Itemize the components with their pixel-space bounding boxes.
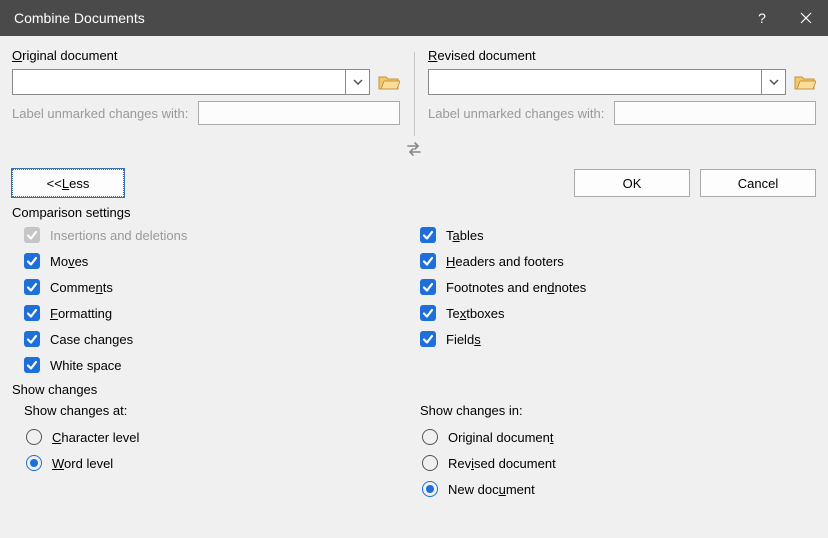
- revised-unmarked-input[interactable]: [614, 101, 816, 125]
- checkbox-formatting[interactable]: Formatting: [24, 304, 420, 322]
- radio-at-word-level[interactable]: Word level: [24, 454, 420, 472]
- swap-icon: [405, 140, 423, 158]
- checkbox-label: Moves: [50, 254, 88, 269]
- checkbox-footnotes-and-endnotes[interactable]: Footnotes and endnotes: [420, 278, 816, 296]
- checkbox-box: [420, 253, 436, 269]
- radio-label: Original document: [448, 430, 554, 445]
- original-browse-button[interactable]: [378, 73, 400, 91]
- less-button[interactable]: << Less: [12, 169, 124, 197]
- revised-document-input[interactable]: [429, 70, 759, 94]
- checkbox-comments[interactable]: Comments: [24, 278, 420, 296]
- checkbox-white-space[interactable]: White space: [24, 356, 420, 374]
- checkbox-headers-and-footers[interactable]: Headers and footers: [420, 252, 816, 270]
- checkbox-box: [24, 331, 40, 347]
- original-document-dropdown-button[interactable]: [345, 70, 369, 94]
- radio-label: Revised document: [448, 456, 556, 471]
- checkbox-insertions-and-deletions: Insertions and deletions: [24, 226, 420, 244]
- radio-in-original-document[interactable]: Original document: [420, 428, 816, 446]
- show-changes-title: Show changes: [12, 382, 816, 397]
- radio-circle: [422, 455, 438, 471]
- checkbox-box: [24, 357, 40, 373]
- original-document-input[interactable]: [13, 70, 343, 94]
- radio-in-new-document[interactable]: New document: [420, 480, 816, 498]
- checkbox-moves[interactable]: Moves: [24, 252, 420, 270]
- cancel-button[interactable]: Cancel: [700, 169, 816, 197]
- comparison-settings-title: Comparison settings: [12, 205, 816, 220]
- checkbox-case-changes[interactable]: Case changes: [24, 330, 420, 348]
- folder-icon: [794, 73, 816, 91]
- radio-label: Word level: [52, 456, 113, 471]
- checkbox-label: Fields: [446, 332, 481, 347]
- checkbox-label: Tables: [446, 228, 484, 243]
- radio-label: New document: [448, 482, 535, 497]
- checkbox-box: [420, 305, 436, 321]
- checkbox-box: [24, 227, 40, 243]
- checkbox-box: [24, 253, 40, 269]
- revised-browse-button[interactable]: [794, 73, 816, 91]
- radio-circle: [422, 481, 438, 497]
- show-changes-in-label: Show changes in:: [420, 403, 816, 418]
- window-title: Combine Documents: [14, 10, 740, 26]
- ok-button[interactable]: OK: [574, 169, 690, 197]
- revised-document-dropdown-button[interactable]: [761, 70, 785, 94]
- checkbox-label: Case changes: [50, 332, 133, 347]
- revised-document-combo[interactable]: [428, 69, 786, 95]
- original-unmarked-label: Label unmarked changes with:: [12, 106, 188, 121]
- checkbox-label: Textboxes: [446, 306, 505, 321]
- checkbox-textboxes[interactable]: Textboxes: [420, 304, 816, 322]
- chevron-down-icon: [769, 79, 779, 85]
- checkbox-box: [420, 279, 436, 295]
- radio-circle: [26, 429, 42, 445]
- checkbox-label: Headers and footers: [446, 254, 564, 269]
- close-button[interactable]: [784, 0, 828, 36]
- checkbox-box: [24, 305, 40, 321]
- original-document-combo[interactable]: [12, 69, 370, 95]
- checkbox-label: Formatting: [50, 306, 112, 321]
- radio-circle: [26, 455, 42, 471]
- checkbox-label: Footnotes and endnotes: [446, 280, 586, 295]
- revised-unmarked-label: Label unmarked changes with:: [428, 106, 604, 121]
- radio-circle: [422, 429, 438, 445]
- original-document-label: Original document: [12, 48, 400, 63]
- revised-document-label: Revised document: [428, 48, 816, 63]
- original-document-section: Original document Label unmarked c: [12, 48, 414, 125]
- swap-button[interactable]: [405, 140, 423, 161]
- revised-document-section: Revised document Label unmarked ch: [414, 48, 816, 125]
- checkbox-tables[interactable]: Tables: [420, 226, 816, 244]
- radio-at-character-level[interactable]: Character level: [24, 428, 420, 446]
- checkbox-box: [420, 331, 436, 347]
- radio-label: Character level: [52, 430, 139, 445]
- vertical-separator: [414, 52, 415, 136]
- help-button[interactable]: ?: [740, 0, 784, 36]
- checkbox-box: [24, 279, 40, 295]
- checkbox-box: [420, 227, 436, 243]
- folder-icon: [378, 73, 400, 91]
- chevron-down-icon: [353, 79, 363, 85]
- titlebar: Combine Documents ?: [0, 0, 828, 36]
- original-unmarked-input[interactable]: [198, 101, 400, 125]
- radio-in-revised-document[interactable]: Revised document: [420, 454, 816, 472]
- show-changes-at-label: Show changes at:: [24, 403, 420, 418]
- close-icon: [800, 12, 812, 24]
- checkbox-label: Comments: [50, 280, 113, 295]
- checkbox-label: Insertions and deletions: [50, 228, 187, 243]
- checkbox-label: White space: [50, 358, 122, 373]
- checkbox-fields[interactable]: Fields: [420, 330, 816, 348]
